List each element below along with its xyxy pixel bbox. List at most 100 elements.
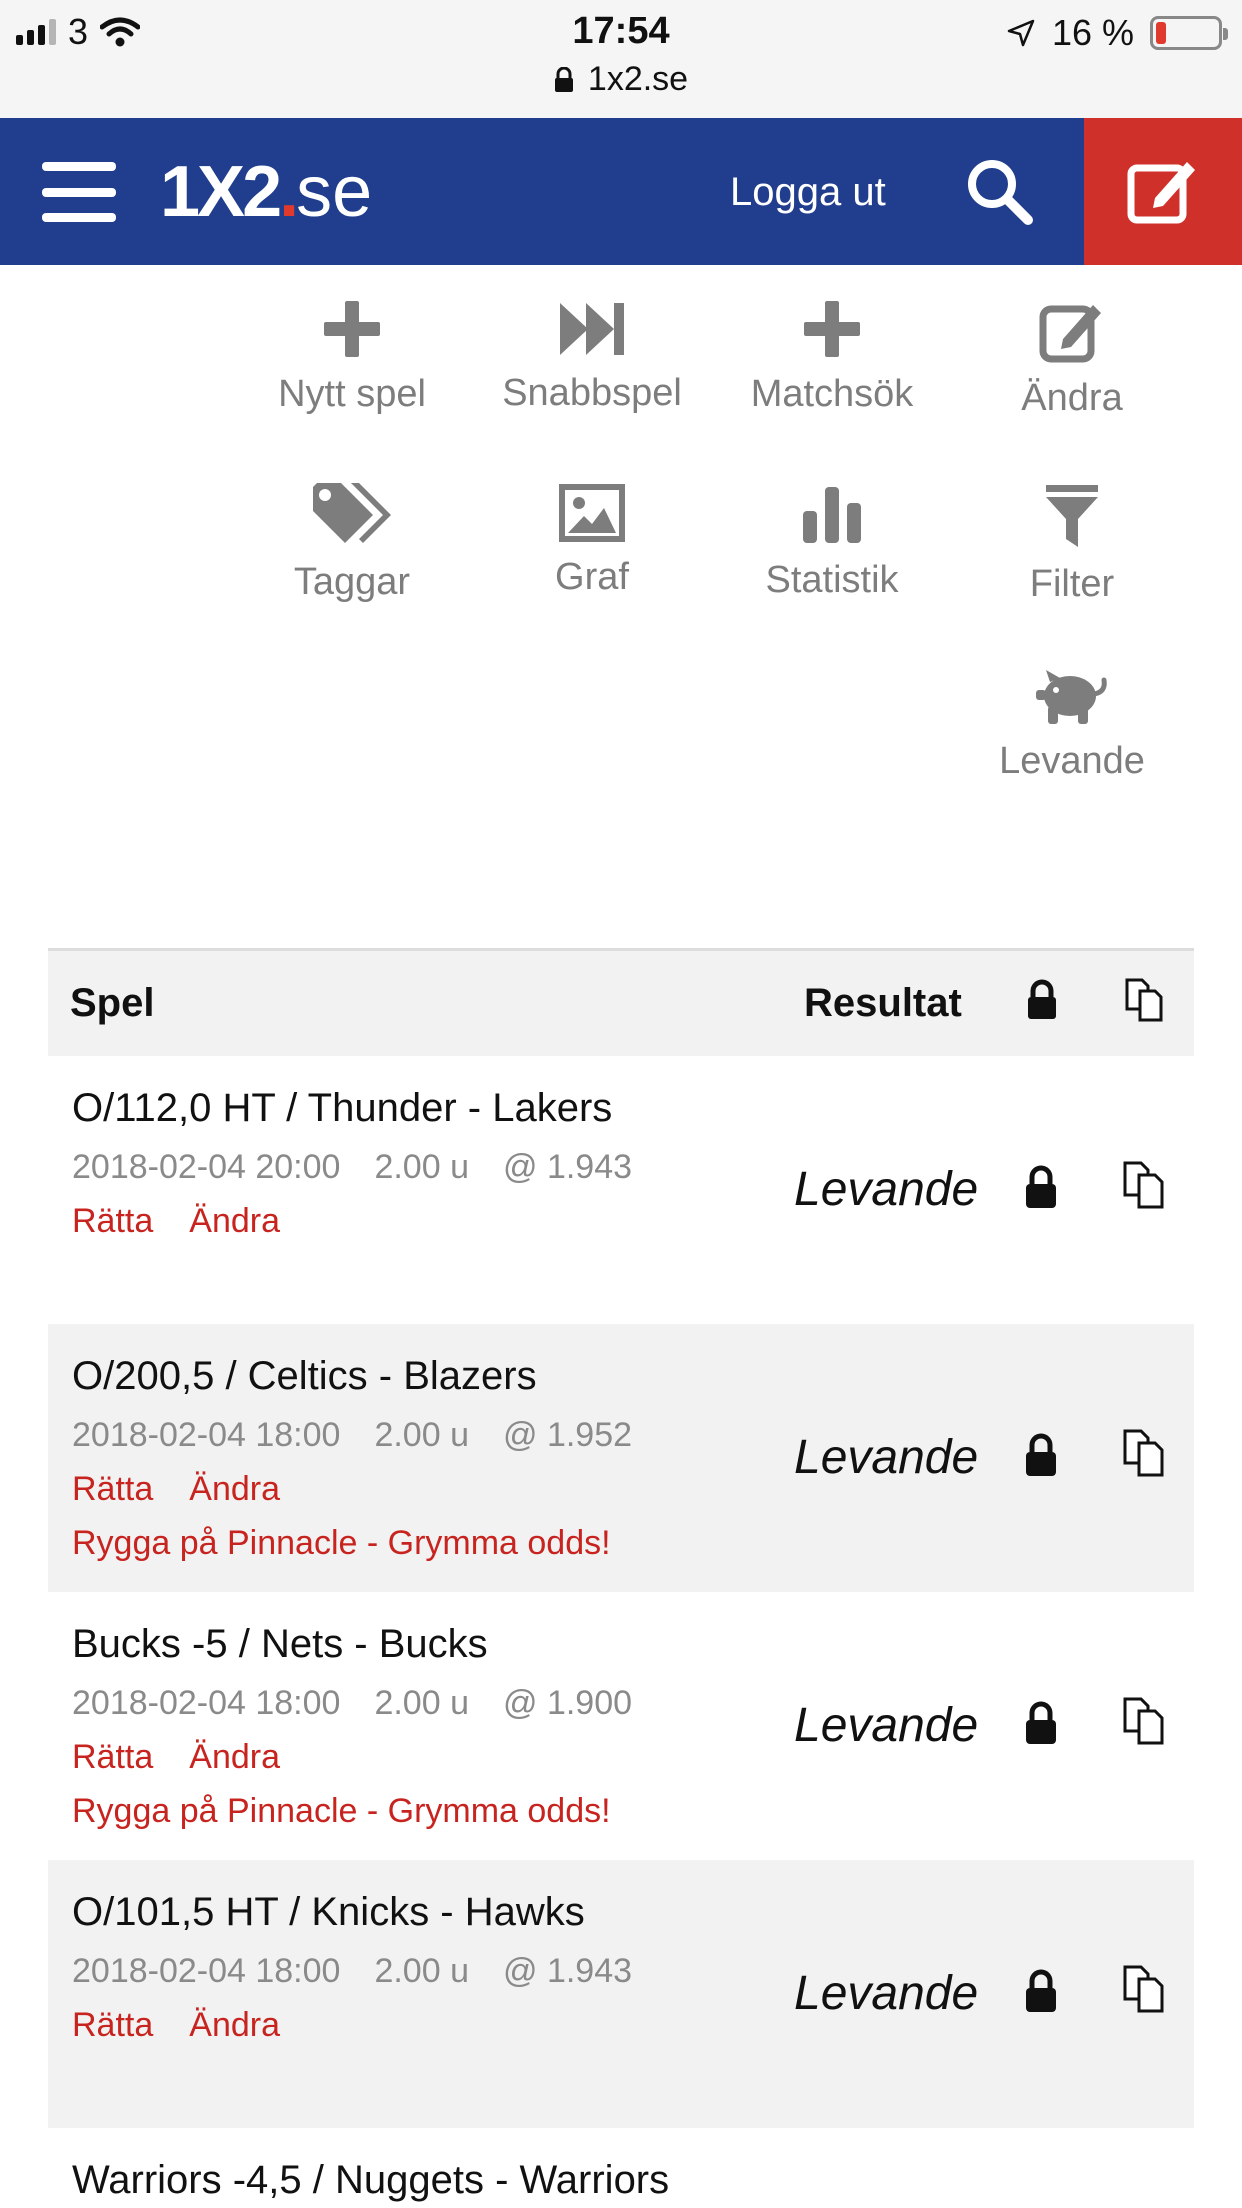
bet-odds: @ 1.943 <box>502 1952 633 1990</box>
status-right: 16 % <box>1006 12 1228 54</box>
logo-tld: se <box>296 152 373 232</box>
battery-fill <box>1156 22 1166 44</box>
plus-icon <box>804 301 860 357</box>
table-row: Warriors -4,5 / Nuggets - Warriors <box>48 2128 1194 2208</box>
bet-stake: 2.00 u <box>374 1416 469 1454</box>
action-label: Ändra <box>1021 377 1123 419</box>
correct-link[interactable]: Rätta <box>72 2006 153 2044</box>
copy-icon[interactable] <box>1122 1964 1172 2014</box>
copy-icon[interactable] <box>1124 977 1170 1023</box>
edit-icon <box>1039 305 1101 363</box>
header-result: Resultat <box>804 981 962 1025</box>
plus-icon <box>324 301 380 357</box>
edit-link[interactable]: Ändra <box>189 1470 280 1508</box>
action-live[interactable]: Levande <box>962 633 1182 783</box>
bet-odds: @ 1.943 <box>502 1148 633 1186</box>
image-icon <box>559 483 625 542</box>
header-game: Spel <box>70 981 155 1025</box>
logout-link[interactable]: Logga ut <box>730 164 886 220</box>
action-match-search[interactable]: Matchsök <box>722 265 942 415</box>
piggy-bank-icon <box>1036 669 1107 724</box>
action-label: Snabbspel <box>502 372 682 414</box>
bet-odds: @ 1.952 <box>502 1416 633 1454</box>
bets-table: Spel Resultat O/112,0 HT / Thunder - Lak… <box>48 948 1194 2208</box>
bet-result: Levande <box>794 1967 979 2020</box>
correct-link[interactable]: Rätta <box>72 1738 153 1776</box>
top-navbar: 1X2.se Logga ut <box>0 118 1242 265</box>
bet-datetime: 2018-02-04 18:00 <box>72 1952 341 1990</box>
edit-icon <box>1127 161 1195 223</box>
bet-stake: 2.00 u <box>374 1148 469 1186</box>
lock-icon[interactable] <box>1024 1700 1058 1746</box>
edit-link[interactable]: Ändra <box>189 1202 280 1240</box>
table-row: O/200,5 / Celtics - Blazers 2018-02-04 1… <box>48 1324 1194 1592</box>
action-grid: Nytt spel Snabbspel Matchsök Ändra Tagga… <box>0 265 1242 825</box>
pinnacle-warning-link[interactable]: Rygga på Pinnacle - Grymma odds! <box>72 1792 611 1831</box>
logo-main: 1X2 <box>160 152 282 232</box>
url-text: 1x2.se <box>587 60 689 98</box>
bet-result: Levande <box>794 1163 979 1216</box>
action-edit[interactable]: Ändra <box>962 265 1182 419</box>
bet-result: Levande <box>794 1431 979 1484</box>
correct-link[interactable]: Rätta <box>72 1202 153 1240</box>
copy-icon[interactable] <box>1122 1696 1172 1746</box>
lock-icon[interactable] <box>1024 1968 1058 2014</box>
edit-link[interactable]: Ändra <box>189 1738 280 1776</box>
action-label: Nytt spel <box>278 373 426 415</box>
bet-title: O/200,5 / Celtics - Blazers <box>72 1354 537 1398</box>
status-bar: 3 17:54 1x2.se 16 % <box>0 0 1242 118</box>
bet-datetime: 2018-02-04 18:00 <box>72 1416 341 1454</box>
bet-stake: 2.00 u <box>374 1952 469 1990</box>
action-label: Filter <box>1029 563 1115 605</box>
table-row: Bucks -5 / Nets - Bucks 2018-02-04 18:00… <box>48 1592 1194 1860</box>
bet-meta: 2018-02-04 20:00 2.00 u @ 1.943 <box>72 1148 666 1187</box>
lock-icon <box>554 66 573 92</box>
action-filter[interactable]: Filter <box>962 449 1182 605</box>
action-label: Statistik <box>765 559 899 601</box>
lock-icon[interactable] <box>1024 1164 1058 1210</box>
filter-icon <box>1046 485 1098 547</box>
action-label: Graf <box>555 556 629 598</box>
bet-result: Levande <box>794 1699 979 1752</box>
bet-links: Rätta Ändra <box>72 1738 316 1777</box>
copy-icon[interactable] <box>1122 1160 1172 1210</box>
bet-datetime: 2018-02-04 18:00 <box>72 1684 341 1722</box>
lock-icon[interactable] <box>1024 1432 1058 1478</box>
menu-icon[interactable] <box>42 162 116 222</box>
bet-datetime: 2018-02-04 20:00 <box>72 1148 341 1186</box>
bet-odds: @ 1.900 <box>502 1684 633 1722</box>
table-row: O/101,5 HT / Knicks - Hawks 2018-02-04 1… <box>48 1860 1194 2128</box>
action-quick-bet[interactable]: Snabbspel <box>482 265 702 415</box>
pinnacle-warning-link[interactable]: Rygga på Pinnacle - Grymma odds! <box>72 1524 611 1563</box>
bet-stake: 2.00 u <box>374 1684 469 1722</box>
bet-links: Rätta Ändra <box>72 2006 316 2045</box>
fast-forward-icon <box>560 302 624 355</box>
lock-icon[interactable] <box>1026 979 1058 1021</box>
search-icon[interactable] <box>962 154 1038 230</box>
action-graph[interactable]: Graf <box>482 449 702 599</box>
action-new-bet[interactable]: Nytt spel <box>242 265 462 415</box>
bet-title: Warriors -4,5 / Nuggets - Warriors <box>72 2158 670 2202</box>
tags-icon <box>313 483 391 543</box>
bet-title: Bucks -5 / Nets - Bucks <box>72 1622 488 1666</box>
copy-icon[interactable] <box>1122 1428 1172 1478</box>
action-label: Levande <box>999 740 1145 782</box>
action-label: Taggar <box>293 561 411 603</box>
bet-links: Rätta Ändra <box>72 1202 316 1241</box>
action-label: Matchsök <box>750 373 914 415</box>
action-tags[interactable]: Taggar <box>242 449 462 603</box>
table-row: O/112,0 HT / Thunder - Lakers 2018-02-04… <box>48 1056 1194 1324</box>
site-logo[interactable]: 1X2.se <box>160 154 372 230</box>
bet-title: O/101,5 HT / Knicks - Hawks <box>72 1890 585 1934</box>
bet-title: O/112,0 HT / Thunder - Lakers <box>72 1086 613 1130</box>
bar-chart-icon <box>803 487 861 543</box>
new-bet-button[interactable] <box>1084 118 1242 265</box>
address-bar[interactable]: 1x2.se <box>0 60 1242 99</box>
action-statistics[interactable]: Statistik <box>722 449 942 601</box>
correct-link[interactable]: Rätta <box>72 1470 153 1508</box>
bet-meta: 2018-02-04 18:00 2.00 u @ 1.952 <box>72 1416 666 1455</box>
battery-icon <box>1150 16 1228 50</box>
logo-dot: . <box>279 152 299 232</box>
edit-link[interactable]: Ändra <box>189 2006 280 2044</box>
table-header: Spel Resultat <box>48 948 1194 1056</box>
